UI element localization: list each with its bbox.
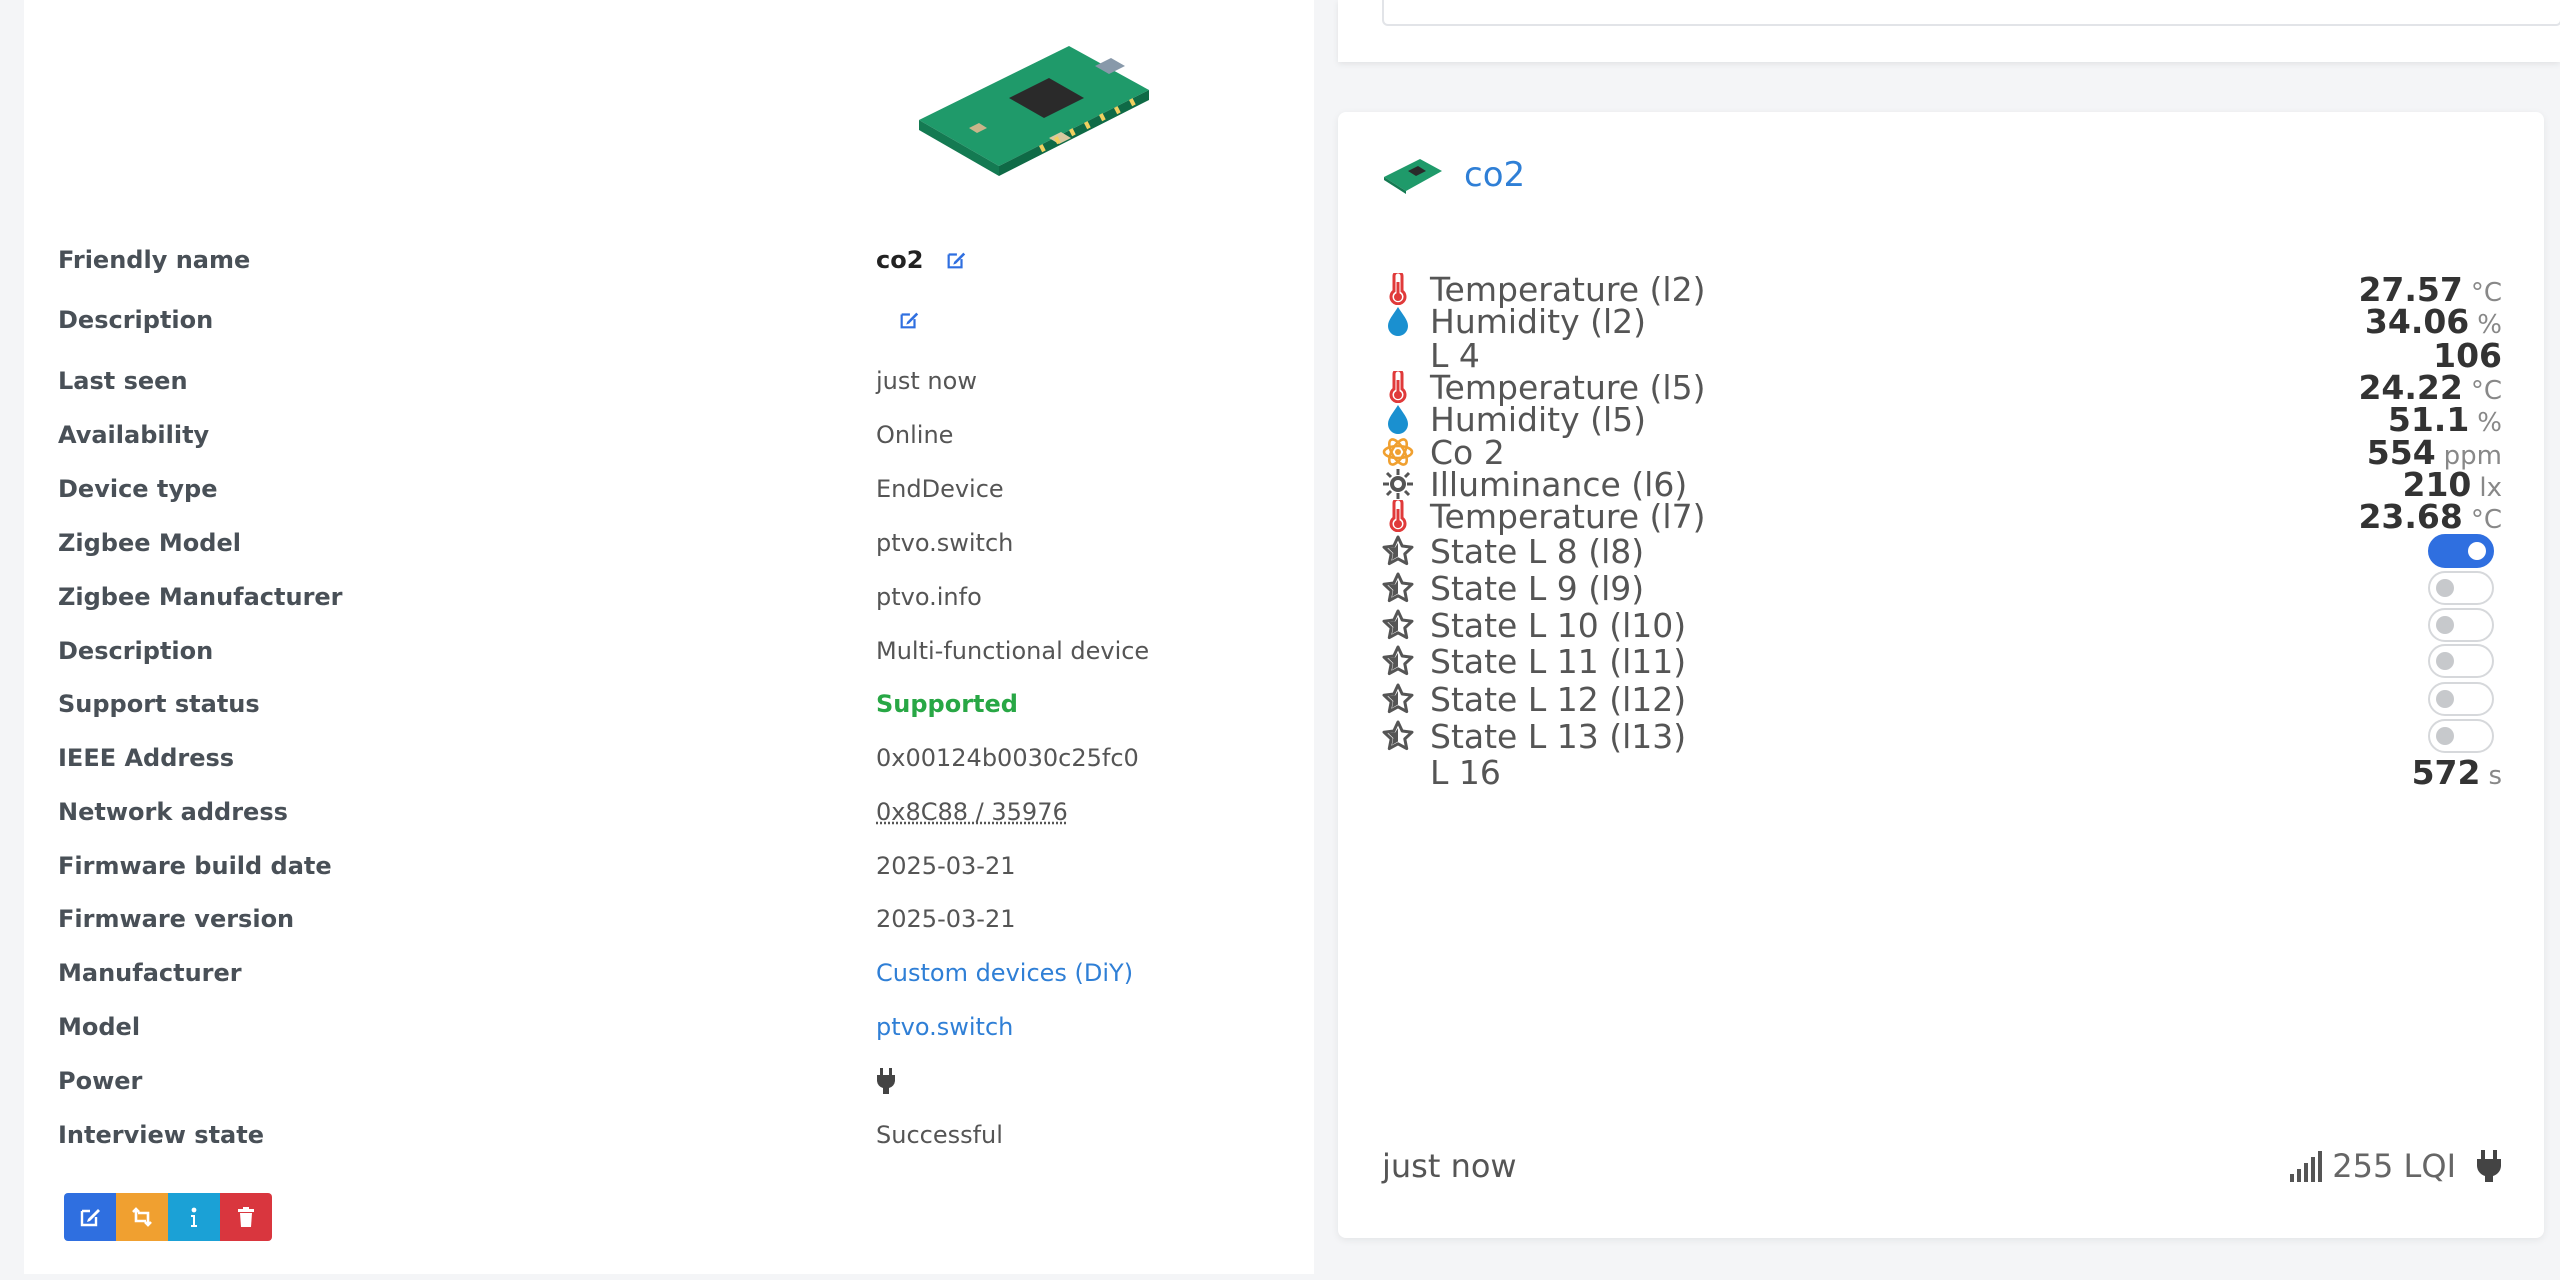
- feature-value: 572 s: [2412, 753, 2502, 792]
- support-status-value: Supported: [876, 690, 1018, 718]
- info-label: Firmware build date: [58, 852, 332, 880]
- interview-state-value: Successful: [876, 1121, 1003, 1149]
- device-image: [919, 46, 1149, 176]
- edit-button[interactable]: [64, 1193, 116, 1241]
- toggle-knob: [2436, 616, 2454, 634]
- info-row-manufacturer: Manufacturer Custom devices (DiY): [58, 953, 1288, 993]
- info-icon: [191, 1207, 197, 1227]
- info-label: Device type: [58, 475, 218, 503]
- trash-icon: [238, 1207, 254, 1227]
- info-label: Description: [58, 637, 214, 665]
- firmware-build-date-value: 2025-03-21: [876, 852, 1016, 880]
- rename-icon: [132, 1207, 152, 1227]
- footer-last-seen: just now: [1382, 1147, 1517, 1185]
- state-toggle[interactable]: [2428, 644, 2494, 678]
- network-address-value: 0x8C88 / 35976: [876, 798, 1068, 826]
- info-label: Last seen: [58, 367, 188, 395]
- rename-button[interactable]: [116, 1193, 168, 1241]
- info-label: Power: [58, 1067, 143, 1095]
- value-number: 572: [2411, 752, 2481, 792]
- info-label: Firmware version: [58, 905, 295, 933]
- signal-icon: [2290, 1151, 2323, 1182]
- info-label: Zigbee Model: [58, 529, 241, 557]
- info-label: Network address: [58, 798, 288, 826]
- edit-icon: [80, 1209, 100, 1227]
- device-name-link[interactable]: co2: [1464, 155, 1525, 195]
- toggle-knob: [2436, 579, 2454, 597]
- device-type-value: EndDevice: [876, 475, 1004, 503]
- plug-icon: [877, 1068, 895, 1094]
- device-thumbnail: [1384, 159, 1442, 194]
- info-label: IEEE Address: [58, 744, 235, 772]
- delete-button[interactable]: [220, 1193, 272, 1241]
- lqi-value: 255 LQI: [2332, 1147, 2456, 1185]
- info-label: Availability: [58, 421, 210, 449]
- last-seen-value: just now: [876, 367, 977, 395]
- model-link[interactable]: ptvo.switch: [876, 1013, 1013, 1041]
- info-row-model: Model ptvo.switch: [58, 1007, 1288, 1047]
- previous-card-panel: [1382, 0, 2560, 26]
- card-footer: just now 255 LQI: [1382, 1144, 2502, 1188]
- info-button[interactable]: [168, 1193, 220, 1241]
- info-label: Support status: [58, 690, 260, 718]
- info-row-interview-state: Interview state Successful: [58, 1115, 1288, 1155]
- info-row-zigbee-manufacturer: Zigbee Manufacturer ptvo.info: [58, 577, 1288, 617]
- info-label: Interview state: [58, 1121, 264, 1149]
- info-row-description: Description: [58, 300, 1288, 340]
- edit-icon[interactable]: [945, 249, 967, 271]
- info-row-firmware-build-date: Firmware build date 2025-03-21: [58, 846, 1288, 886]
- manufacturer-link[interactable]: Custom devices (DiY): [876, 959, 1133, 987]
- edit-icon[interactable]: [898, 309, 920, 331]
- device-info-card: Friendly name co2 Description Last seen …: [24, 0, 1314, 1274]
- action-button-group: [64, 1193, 272, 1241]
- info-label: Manufacturer: [58, 959, 242, 987]
- toggle-knob: [2468, 542, 2486, 560]
- description-value: Multi-functional device: [876, 637, 1150, 665]
- info-row-friendly-name: Friendly name co2: [58, 240, 1288, 280]
- ieee-address-value: 0x00124b0030c25fc0: [876, 744, 1139, 772]
- info-label: Model: [58, 1013, 141, 1041]
- feature-row: L 16 572 s: [1382, 747, 2502, 797]
- toggle-knob: [2436, 727, 2454, 745]
- friendly-name-value: co2: [876, 246, 924, 274]
- star-icon: [1382, 645, 1414, 677]
- info-row-description-2: Description Multi-functional device: [58, 631, 1288, 671]
- device-dashboard-card: co2 Temperature (l2) 27.57 °C Humidity (l2)…: [1338, 112, 2544, 1238]
- info-row-availability: Availability Online: [58, 415, 1288, 455]
- previous-card-bottom: [1338, 0, 2560, 62]
- value-unit: s: [2488, 760, 2502, 791]
- info-label: Zigbee Manufacturer: [58, 583, 343, 611]
- info-row-device-type: Device type EndDevice: [58, 469, 1288, 509]
- info-row-last-seen: Last seen just now: [58, 361, 1288, 401]
- firmware-version-value: 2025-03-21: [876, 905, 1016, 933]
- zigbee-model-value: ptvo.switch: [876, 529, 1014, 557]
- info-label: Friendly name: [58, 246, 251, 274]
- info-label: Description: [58, 306, 214, 334]
- info-row-power: Power: [58, 1061, 1288, 1101]
- info-row-support-status: Support status Supported: [58, 684, 1288, 724]
- info-row-ieee-address: IEEE Address 0x00124b0030c25fc0: [58, 738, 1288, 778]
- availability-value: Online: [876, 421, 954, 449]
- toggle-knob: [2436, 652, 2454, 670]
- card-title: co2: [1382, 152, 1525, 198]
- info-row-zigbee-model: Zigbee Model ptvo.switch: [58, 523, 1288, 563]
- plug-icon: [2477, 1150, 2501, 1182]
- info-row-firmware-version: Firmware version 2025-03-21: [58, 899, 1288, 939]
- toggle-knob: [2436, 690, 2454, 708]
- feature-label: L 16: [1430, 752, 1501, 792]
- zigbee-manufacturer-value: ptvo.info: [876, 583, 982, 611]
- info-row-network-address: Network address 0x8C88 / 35976: [58, 792, 1288, 832]
